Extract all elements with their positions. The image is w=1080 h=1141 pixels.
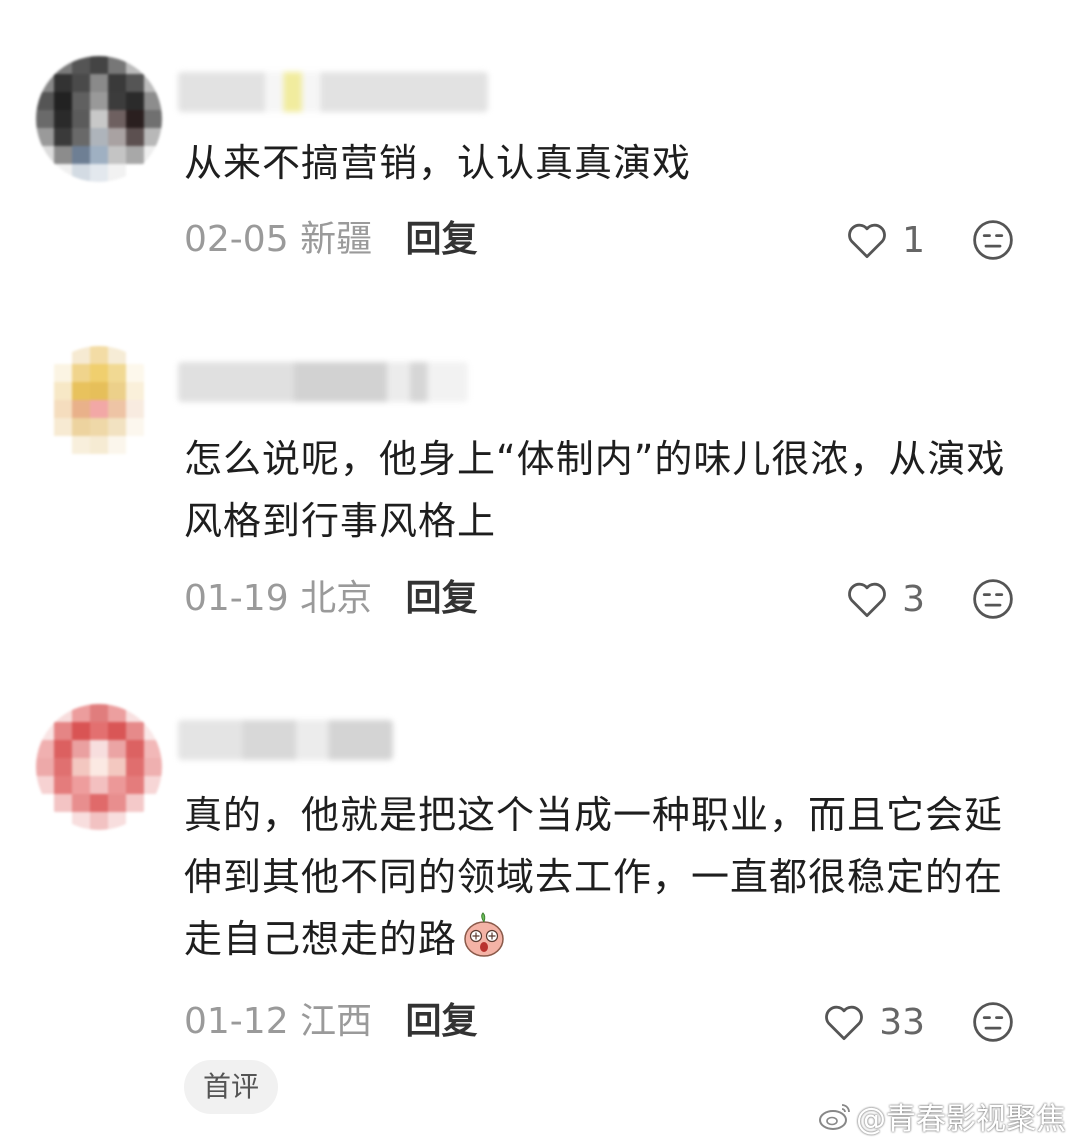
first-comment-badge: 首评 — [184, 1060, 278, 1114]
comment-meta: 01-12 江西 回复 — [184, 997, 478, 1047]
heart-icon — [848, 582, 886, 618]
username-blurred[interactable] — [178, 720, 393, 760]
comment-date: 01-12 — [184, 1001, 289, 1042]
comment-location: 江西 — [300, 1001, 373, 1042]
comment-date: 01-19 — [184, 578, 289, 619]
comment-date: 02-05 — [184, 219, 289, 260]
like-count: 1 — [902, 219, 925, 261]
heart-icon — [825, 1005, 864, 1041]
comment-location: 新疆 — [300, 219, 373, 260]
username-blurred[interactable] — [178, 72, 488, 112]
reply-button[interactable]: 回复 — [406, 578, 478, 619]
comment-text: 从来不搞营销，认认真真演戏 — [184, 141, 692, 185]
weibo-watermark: @青春影视聚焦 — [818, 1094, 1066, 1138]
meh-face-icon[interactable] — [972, 1001, 1014, 1043]
meh-face-icon[interactable] — [972, 219, 1014, 261]
watermark-text: @青春影视聚焦 — [856, 1102, 1066, 1137]
username-blurred[interactable] — [178, 362, 468, 402]
heart-icon — [848, 223, 886, 259]
surprised-sticker-icon — [464, 912, 504, 957]
comment-location: 北京 — [300, 578, 373, 619]
reply-button[interactable]: 回复 — [406, 1001, 478, 1042]
like-count: 33 — [879, 1001, 925, 1043]
comment-meta: 02-05 新疆 回复 — [184, 215, 478, 265]
like-button[interactable]: 33 — [823, 997, 925, 1047]
comment-meta: 01-19 北京 回复 — [184, 574, 478, 624]
comment-text-content: 真的，他就是把这个当成一种职业，而且它会延伸到其他不同的领域去工作，一直都很稳定… — [184, 793, 1004, 961]
weibo-logo-icon — [819, 1104, 850, 1130]
comment-text: 怎么说呢，他身上“体制内”的味儿很浓，从演戏风格到行事风格上 — [184, 437, 1006, 543]
meh-face-icon[interactable] — [972, 578, 1014, 620]
avatar[interactable] — [36, 56, 162, 182]
like-count: 3 — [902, 578, 925, 620]
avatar[interactable] — [36, 704, 162, 830]
comment-text: 真的，他就是把这个当成一种职业，而且它会延伸到其他不同的领域去工作，一直都很稳定… — [184, 784, 1034, 970]
avatar[interactable] — [36, 346, 162, 472]
reply-button[interactable]: 回复 — [406, 219, 478, 260]
like-button[interactable]: 1 — [846, 215, 925, 265]
like-button[interactable]: 3 — [846, 574, 925, 624]
